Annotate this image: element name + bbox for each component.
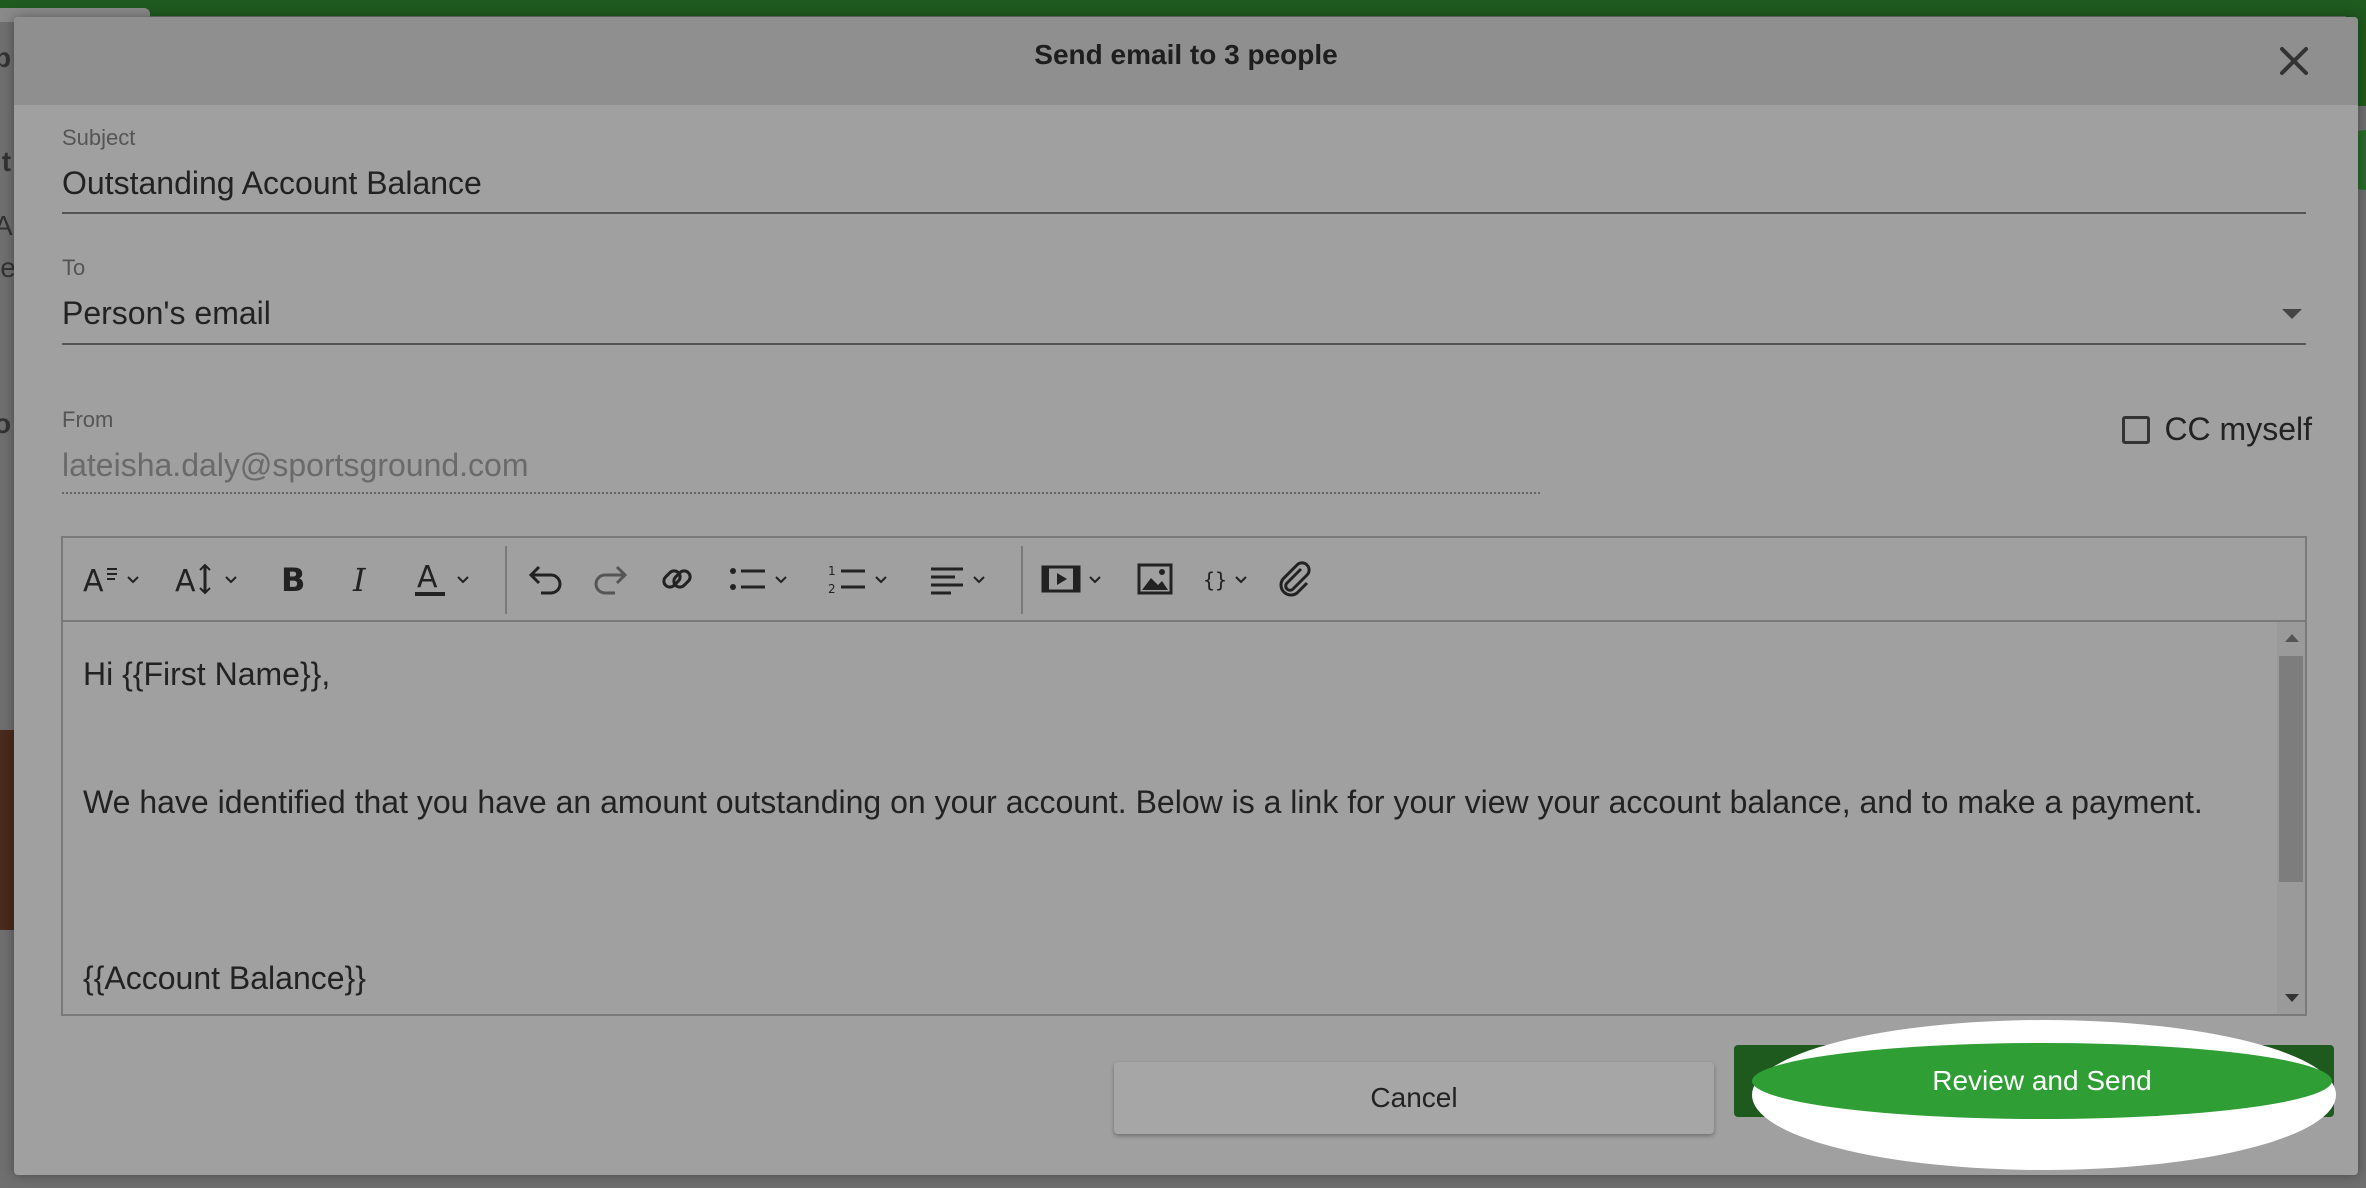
undo-button[interactable] bbox=[525, 556, 565, 602]
subject-label: Subject bbox=[62, 125, 136, 150]
toolbar-divider bbox=[1021, 546, 1023, 614]
body-line: Hi {{First Name}}, bbox=[83, 656, 331, 692]
editor-toolbar: A A B I A 1 2 {} bbox=[63, 538, 2305, 622]
scroll-thumb[interactable] bbox=[2279, 656, 2303, 882]
link-icon bbox=[662, 569, 692, 589]
svg-text:{}: {} bbox=[1203, 568, 1227, 592]
cc-myself-label: CC myself bbox=[2164, 411, 2312, 447]
text-color-button[interactable]: A bbox=[413, 556, 471, 602]
background-photo bbox=[0, 730, 14, 930]
email-body-editor: A A B I A 1 2 {} Hi {{First Name}}, We h… bbox=[61, 536, 2307, 1016]
modal-title: Send email to 3 people bbox=[1034, 39, 1338, 70]
align-icon bbox=[931, 567, 963, 595]
send-email-modal: Send email to 3 people Subject Outstandi… bbox=[14, 17, 2358, 1175]
from-label: From bbox=[62, 407, 114, 432]
to-dropdown-caret-icon[interactable] bbox=[2282, 309, 2302, 319]
cc-myself-toggle[interactable]: CC myself bbox=[2122, 411, 2312, 448]
body-line bbox=[83, 694, 2263, 782]
svg-text:2: 2 bbox=[828, 582, 836, 596]
svg-text:B: B bbox=[281, 561, 305, 597]
cancel-button[interactable]: Cancel bbox=[1114, 1062, 1714, 1134]
subject-underline bbox=[62, 212, 2306, 214]
background-letter: p bbox=[0, 42, 12, 73]
chevron-down-icon bbox=[457, 576, 469, 584]
font-size-icon: A bbox=[175, 563, 211, 597]
bold-icon: B bbox=[281, 561, 305, 597]
font-style-button[interactable]: A bbox=[83, 556, 141, 602]
italic-button[interactable]: I bbox=[345, 556, 379, 602]
editor-scrollbar[interactable] bbox=[2277, 622, 2305, 1014]
to-label: To bbox=[62, 255, 86, 280]
chevron-down-icon bbox=[775, 576, 787, 584]
chevron-down-icon bbox=[875, 576, 887, 584]
to-underline bbox=[62, 343, 2306, 345]
svg-text:A: A bbox=[417, 560, 438, 595]
toolbar-divider bbox=[505, 546, 507, 614]
to-select[interactable]: Person's email bbox=[62, 295, 271, 332]
chevron-down-icon bbox=[1089, 576, 1101, 584]
cc-myself-checkbox[interactable] bbox=[2122, 415, 2151, 444]
image-icon bbox=[1137, 563, 1173, 595]
close-icon bbox=[2280, 47, 2308, 75]
merge-field-icon: {} bbox=[1203, 568, 1227, 592]
svg-text:1: 1 bbox=[828, 564, 836, 578]
scroll-up-arrow-icon[interactable] bbox=[2285, 634, 2299, 642]
font-style-icon: A bbox=[83, 564, 117, 597]
modal-header: Send email to 3 people bbox=[14, 17, 2358, 105]
attachment-button[interactable] bbox=[1277, 556, 1313, 602]
numbered-list-icon: 12 bbox=[828, 564, 865, 596]
body-line bbox=[83, 866, 2263, 958]
body-line: {{Account Balance}} bbox=[83, 960, 366, 996]
image-button[interactable] bbox=[1137, 556, 1173, 602]
redo-button[interactable] bbox=[591, 556, 631, 602]
video-icon bbox=[1041, 565, 1081, 593]
redo-icon bbox=[594, 565, 628, 595]
link-button[interactable] bbox=[659, 556, 695, 602]
chevron-down-icon bbox=[1235, 576, 1247, 584]
chevron-down-icon bbox=[973, 576, 985, 584]
bullet-list-button[interactable] bbox=[727, 556, 789, 602]
background-letter: lt bbox=[0, 146, 12, 177]
svg-text:A: A bbox=[83, 564, 104, 597]
body-line: We have identified that you have an amou… bbox=[83, 784, 2203, 820]
background-top-bar bbox=[0, 0, 2366, 16]
numbered-list-button[interactable]: 12 bbox=[827, 556, 889, 602]
undo-icon bbox=[528, 565, 562, 595]
bold-button[interactable]: B bbox=[277, 556, 311, 602]
email-body-content[interactable]: Hi {{First Name}}, We have identified th… bbox=[63, 622, 2283, 1014]
review-and-send-button[interactable]: Review and Send bbox=[1752, 1043, 2332, 1119]
font-size-button[interactable]: A bbox=[175, 556, 239, 602]
attachment-icon bbox=[1279, 561, 1311, 597]
bullet-list-icon bbox=[730, 568, 765, 590]
text-color-icon: A bbox=[415, 560, 445, 596]
close-button[interactable] bbox=[2272, 39, 2316, 83]
merge-field-button[interactable]: {} bbox=[1201, 556, 1249, 602]
from-underline bbox=[62, 492, 1540, 494]
from-field: lateisha.daly@sportsground.com bbox=[62, 447, 529, 483]
background-letter: o bbox=[0, 408, 12, 439]
video-button[interactable] bbox=[1041, 556, 1103, 602]
svg-text:A: A bbox=[175, 564, 196, 597]
body-line bbox=[83, 822, 2263, 866]
align-button[interactable] bbox=[929, 556, 987, 602]
svg-text:I: I bbox=[352, 561, 367, 597]
background-letter: A bbox=[0, 210, 13, 241]
chevron-down-icon bbox=[225, 576, 237, 584]
scroll-down-arrow-icon[interactable] bbox=[2285, 994, 2299, 1002]
chevron-down-icon bbox=[127, 576, 139, 584]
subject-input[interactable]: Outstanding Account Balance bbox=[62, 165, 482, 202]
italic-icon: I bbox=[352, 561, 367, 597]
